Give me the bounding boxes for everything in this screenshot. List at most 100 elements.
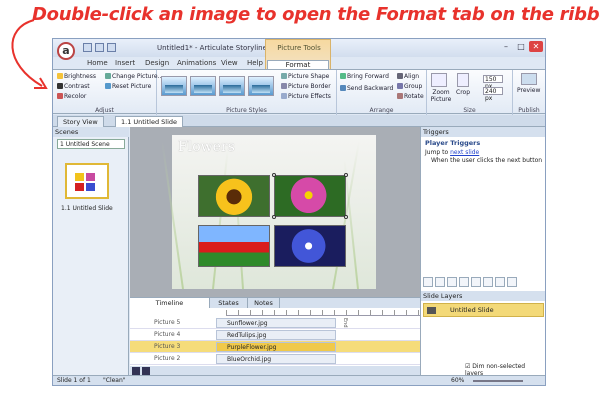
picture-style-3[interactable] bbox=[219, 76, 245, 96]
picture-styles-label: Picture Styles bbox=[226, 107, 267, 114]
send-backward-button[interactable]: Send Backward bbox=[340, 85, 393, 92]
resize-handle[interactable] bbox=[344, 173, 348, 177]
redtulips-image[interactable] bbox=[198, 225, 270, 267]
scenes-header: Scenes bbox=[53, 127, 129, 137]
bring-forward-button[interactable]: Bring Forward bbox=[340, 73, 389, 80]
paste-trigger-icon[interactable] bbox=[459, 277, 469, 287]
picture-effects-button[interactable]: Picture Effects bbox=[281, 93, 331, 100]
change-picture-button[interactable]: Change Picture... bbox=[105, 73, 163, 80]
story-view-tab[interactable]: Story View bbox=[57, 116, 104, 127]
sunflower-image[interactable] bbox=[198, 175, 270, 217]
width-field[interactable]: 150 px bbox=[483, 75, 503, 90]
timeline-row[interactable]: Picture 3 PurpleFlower.jpg bbox=[130, 341, 420, 353]
crop-label[interactable]: Crop bbox=[456, 89, 470, 96]
slide-thumbnail[interactable] bbox=[65, 163, 109, 199]
resize-handle[interactable] bbox=[272, 173, 276, 177]
timeline-end-marker: End bbox=[342, 318, 348, 328]
tab-notes[interactable]: Notes bbox=[248, 298, 280, 308]
blueorchid-image[interactable] bbox=[274, 225, 346, 267]
timeline-row[interactable]: Picture 5 Sunflower.jpg bbox=[130, 317, 420, 329]
picture-style-4[interactable] bbox=[248, 76, 274, 96]
maximize-button[interactable]: □ bbox=[514, 41, 528, 52]
tab-view[interactable]: View bbox=[221, 59, 238, 67]
zoom-slider[interactable] bbox=[473, 380, 523, 382]
undo-icon[interactable] bbox=[95, 43, 104, 52]
purpleflower-image[interactable] bbox=[274, 175, 346, 217]
timeline-row-bar[interactable]: PurpleFlower.jpg bbox=[216, 342, 336, 352]
zoom-picture-icon[interactable] bbox=[431, 73, 447, 87]
crop-icon[interactable] bbox=[457, 73, 469, 87]
redo-icon[interactable] bbox=[107, 43, 116, 52]
adjust-group: Brightness Contrast Recolor Change Pictu… bbox=[53, 70, 163, 115]
slide-canvas[interactable]: Flowers bbox=[161, 135, 376, 290]
close-button[interactable]: ✕ bbox=[529, 41, 543, 52]
picture-style-1[interactable] bbox=[161, 76, 187, 96]
stop-icon[interactable] bbox=[142, 367, 150, 375]
delete-trigger-icon[interactable] bbox=[471, 277, 481, 287]
publish-group: Preview Publish bbox=[513, 70, 545, 115]
brightness-button[interactable]: Brightness bbox=[57, 73, 96, 80]
timeline-row-bar[interactable]: BlueOrchid.jpg bbox=[216, 354, 336, 364]
picture-shape-button[interactable]: Picture Shape bbox=[281, 73, 329, 80]
window-title: Untitled1* - Articulate Storyline bbox=[157, 44, 267, 52]
align-button[interactable]: Align bbox=[397, 73, 419, 80]
base-layer-label: Untitled Slide bbox=[450, 306, 494, 314]
height-field[interactable]: 240 px bbox=[483, 87, 503, 102]
timeline-row-name: Picture 4 bbox=[154, 331, 181, 338]
zoom-level[interactable]: 60% bbox=[451, 376, 464, 385]
slide-tab[interactable]: 1.1 Untitled Slide bbox=[115, 116, 184, 127]
tab-design[interactable]: Design bbox=[145, 59, 169, 67]
tab-states[interactable]: States bbox=[210, 298, 248, 308]
preview-icon[interactable] bbox=[521, 73, 537, 85]
tab-home[interactable]: Home bbox=[87, 59, 108, 67]
group-label: Group bbox=[404, 83, 423, 90]
thumb-sunflower bbox=[75, 173, 84, 181]
tab-animations[interactable]: Animations bbox=[177, 59, 216, 67]
reset-picture-button[interactable]: Reset Picture bbox=[105, 83, 151, 90]
variables-icon[interactable] bbox=[507, 277, 517, 287]
next-slide-link[interactable]: next slide bbox=[450, 149, 479, 156]
scene-select[interactable]: 1 Untitled Scene bbox=[57, 139, 125, 149]
slide-title[interactable]: Flowers bbox=[178, 139, 235, 155]
zoom-picture-label[interactable]: Zoom Picture bbox=[428, 89, 454, 103]
align-icon bbox=[397, 73, 403, 79]
play-icon[interactable] bbox=[132, 367, 140, 375]
status-bar: Slide 1 of 1 "Clean" 60% bbox=[53, 375, 545, 385]
bring-forward-icon bbox=[340, 73, 346, 79]
tab-insert[interactable]: Insert bbox=[115, 59, 135, 67]
edit-trigger-icon[interactable] bbox=[435, 277, 445, 287]
recolor-button[interactable]: Recolor bbox=[57, 93, 86, 100]
brightness-icon bbox=[57, 73, 63, 79]
preview-label[interactable]: Preview bbox=[517, 87, 540, 94]
minimize-button[interactable]: – bbox=[499, 41, 513, 52]
arrange-group-label: Arrange bbox=[369, 107, 394, 114]
timeline-row[interactable]: Picture 2 BlueOrchid.jpg bbox=[130, 353, 420, 365]
timeline-row[interactable]: Picture 4 RedTulips.jpg bbox=[130, 329, 420, 341]
picture-tools-label: Picture Tools bbox=[277, 44, 321, 52]
save-icon[interactable] bbox=[83, 43, 92, 52]
rotate-icon bbox=[397, 93, 403, 99]
app-logo[interactable]: a bbox=[57, 42, 75, 60]
timeline-panel: Timeline States Notes Picture 5 Sunflowe… bbox=[130, 297, 420, 376]
copy-trigger-icon[interactable] bbox=[447, 277, 457, 287]
timeline-row-name: Picture 2 bbox=[154, 355, 181, 362]
move-up-icon[interactable] bbox=[483, 277, 493, 287]
recolor-icon bbox=[57, 93, 63, 99]
tab-help[interactable]: Help bbox=[247, 59, 263, 67]
picture-border-button[interactable]: Picture Border bbox=[281, 83, 331, 90]
picture-shape-icon bbox=[281, 73, 287, 79]
group-button[interactable]: Group bbox=[397, 83, 422, 90]
picture-style-2[interactable] bbox=[190, 76, 216, 96]
contrast-button[interactable]: Contrast bbox=[57, 83, 90, 90]
move-down-icon[interactable] bbox=[495, 277, 505, 287]
picture-shape-label: Picture Shape bbox=[288, 73, 330, 80]
resize-handle[interactable] bbox=[272, 215, 276, 219]
timeline-row-bar[interactable]: Sunflower.jpg bbox=[216, 318, 336, 328]
picture-border-icon bbox=[281, 83, 287, 89]
tab-timeline[interactable]: Timeline bbox=[130, 298, 210, 308]
new-trigger-icon[interactable] bbox=[423, 277, 433, 287]
timeline-row-bar[interactable]: RedTulips.jpg bbox=[216, 330, 336, 340]
base-layer-row[interactable]: Untitled Slide bbox=[423, 303, 544, 317]
resize-handle[interactable] bbox=[344, 215, 348, 219]
rotate-button[interactable]: Rotate bbox=[397, 93, 424, 100]
